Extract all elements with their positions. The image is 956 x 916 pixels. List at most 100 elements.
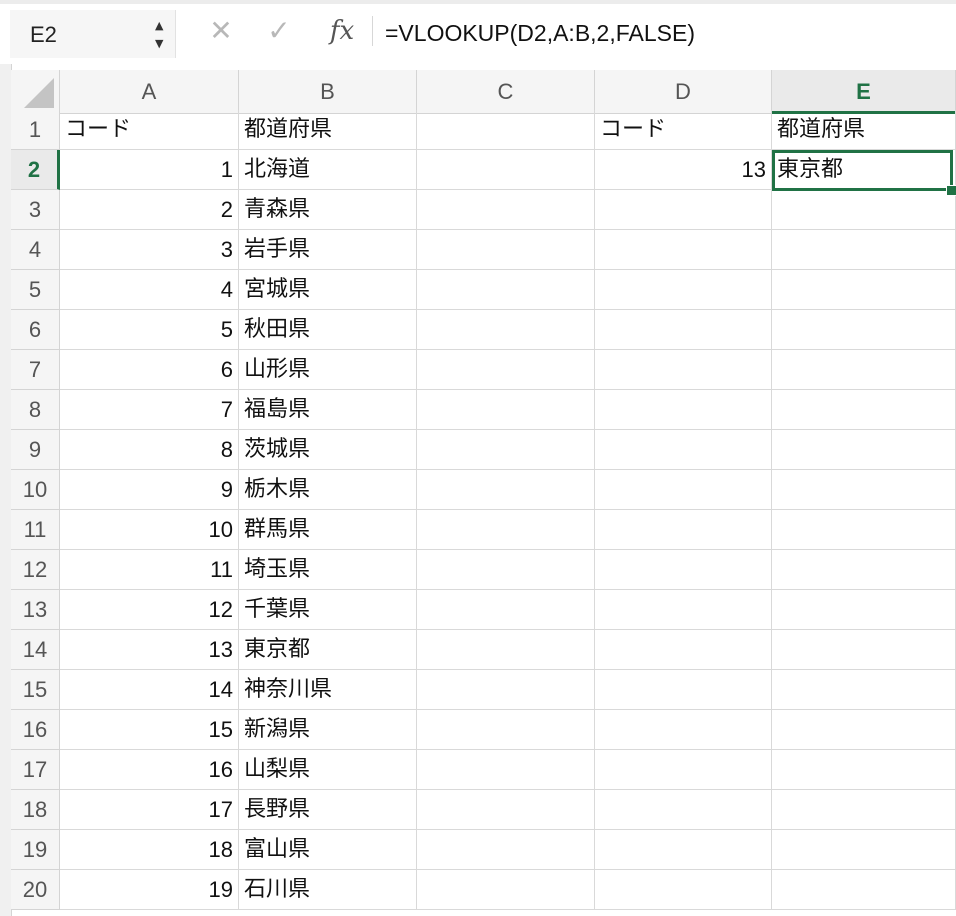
cell-d6[interactable] (595, 310, 772, 350)
cell-b5[interactable]: 宮城県 (239, 270, 417, 310)
cell-e8[interactable] (772, 390, 956, 430)
row-header-3[interactable]: 3 (11, 190, 60, 230)
cell-b1[interactable]: 都道府県 (239, 110, 417, 150)
cell-a15[interactable]: 14 (60, 670, 239, 710)
cell-d11[interactable] (595, 510, 772, 550)
cell-d13[interactable] (595, 590, 772, 630)
cell-b15[interactable]: 神奈川県 (239, 670, 417, 710)
select-all-button[interactable] (11, 70, 60, 114)
cell-b17[interactable]: 山梨県 (239, 750, 417, 790)
cell-d5[interactable] (595, 270, 772, 310)
cell-c8[interactable] (417, 390, 595, 430)
cell-e20[interactable] (772, 870, 956, 910)
cell-e19[interactable] (772, 830, 956, 870)
cell-d16[interactable] (595, 710, 772, 750)
insert-function-button[interactable]: fx (326, 14, 358, 48)
cell-e12[interactable] (772, 550, 956, 590)
cell-d2[interactable]: 13 (595, 150, 772, 190)
cell-b2[interactable]: 北海道 (239, 150, 417, 190)
cell-c10[interactable] (417, 470, 595, 510)
cell-d9[interactable] (595, 430, 772, 470)
cell-c5[interactable] (417, 270, 595, 310)
cell-a1[interactable]: コード (60, 110, 239, 150)
cell-a17[interactable]: 16 (60, 750, 239, 790)
row-header-6[interactable]: 6 (11, 310, 60, 350)
cell-a4[interactable]: 3 (60, 230, 239, 270)
cell-b11[interactable]: 群馬県 (239, 510, 417, 550)
row-header-5[interactable]: 5 (11, 270, 60, 310)
cell-d20[interactable] (595, 870, 772, 910)
cell-b7[interactable]: 山形県 (239, 350, 417, 390)
row-header-7[interactable]: 7 (11, 350, 60, 390)
cell-e6[interactable] (772, 310, 956, 350)
cell-a10[interactable]: 9 (60, 470, 239, 510)
cell-d12[interactable] (595, 550, 772, 590)
cell-d8[interactable] (595, 390, 772, 430)
cell-a6[interactable]: 5 (60, 310, 239, 350)
close-icon[interactable]: ✕ (205, 14, 237, 48)
column-header-a[interactable]: A (60, 70, 239, 114)
cell-e13[interactable] (772, 590, 956, 630)
fill-handle[interactable] (946, 185, 956, 196)
cell-a13[interactable]: 12 (60, 590, 239, 630)
cell-a5[interactable]: 4 (60, 270, 239, 310)
cell-e14[interactable] (772, 630, 956, 670)
cell-c6[interactable] (417, 310, 595, 350)
cell-c16[interactable] (417, 710, 595, 750)
row-header-11[interactable]: 11 (11, 510, 60, 550)
row-header-16[interactable]: 16 (11, 710, 60, 750)
cell-c11[interactable] (417, 510, 595, 550)
cell-b13[interactable]: 千葉県 (239, 590, 417, 630)
cell-b12[interactable]: 埼玉県 (239, 550, 417, 590)
cell-c3[interactable] (417, 190, 595, 230)
cell-e17[interactable] (772, 750, 956, 790)
cell-c7[interactable] (417, 350, 595, 390)
cell-d10[interactable] (595, 470, 772, 510)
row-header-1[interactable]: 1 (11, 110, 60, 150)
cell-a7[interactable]: 6 (60, 350, 239, 390)
cell-c19[interactable] (417, 830, 595, 870)
cell-a12[interactable]: 11 (60, 550, 239, 590)
cell-c4[interactable] (417, 230, 595, 270)
cell-a20[interactable]: 19 (60, 870, 239, 910)
cell-d1[interactable]: コード (595, 110, 772, 150)
row-header-15[interactable]: 15 (11, 670, 60, 710)
cell-c9[interactable] (417, 430, 595, 470)
cell-d14[interactable] (595, 630, 772, 670)
cell-b18[interactable]: 長野県 (239, 790, 417, 830)
cell-a9[interactable]: 8 (60, 430, 239, 470)
cell-b20[interactable]: 石川県 (239, 870, 417, 910)
row-header-4[interactable]: 4 (11, 230, 60, 270)
row-header-13[interactable]: 13 (11, 590, 60, 630)
cell-b3[interactable]: 青森県 (239, 190, 417, 230)
column-header-d[interactable]: D (595, 70, 772, 114)
cell-e18[interactable] (772, 790, 956, 830)
cell-b19[interactable]: 富山県 (239, 830, 417, 870)
row-header-17[interactable]: 17 (11, 750, 60, 790)
cell-c1[interactable] (417, 110, 595, 150)
column-header-e[interactable]: E (772, 70, 956, 114)
cell-e9[interactable] (772, 430, 956, 470)
name-box-stepper[interactable]: ▲ ▼ (153, 16, 169, 52)
row-header-9[interactable]: 9 (11, 430, 60, 470)
cell-a19[interactable]: 18 (60, 830, 239, 870)
cell-e10[interactable] (772, 470, 956, 510)
row-header-2[interactable]: 2 (11, 150, 60, 190)
cell-a3[interactable]: 2 (60, 190, 239, 230)
row-header-12[interactable]: 12 (11, 550, 60, 590)
checkmark-icon[interactable]: ✓ (263, 14, 295, 48)
cell-b9[interactable]: 茨城県 (239, 430, 417, 470)
cell-a18[interactable]: 17 (60, 790, 239, 830)
cell-e11[interactable] (772, 510, 956, 550)
cell-c17[interactable] (417, 750, 595, 790)
cell-b6[interactable]: 秋田県 (239, 310, 417, 350)
cell-a16[interactable]: 15 (60, 710, 239, 750)
cell-c15[interactable] (417, 670, 595, 710)
cell-e1[interactable]: 都道府県 (772, 110, 956, 150)
cell-b10[interactable]: 栃木県 (239, 470, 417, 510)
cell-e15[interactable] (772, 670, 956, 710)
row-header-10[interactable]: 10 (11, 470, 60, 510)
cell-b14[interactable]: 東京都 (239, 630, 417, 670)
row-header-19[interactable]: 19 (11, 830, 60, 870)
row-header-8[interactable]: 8 (11, 390, 60, 430)
